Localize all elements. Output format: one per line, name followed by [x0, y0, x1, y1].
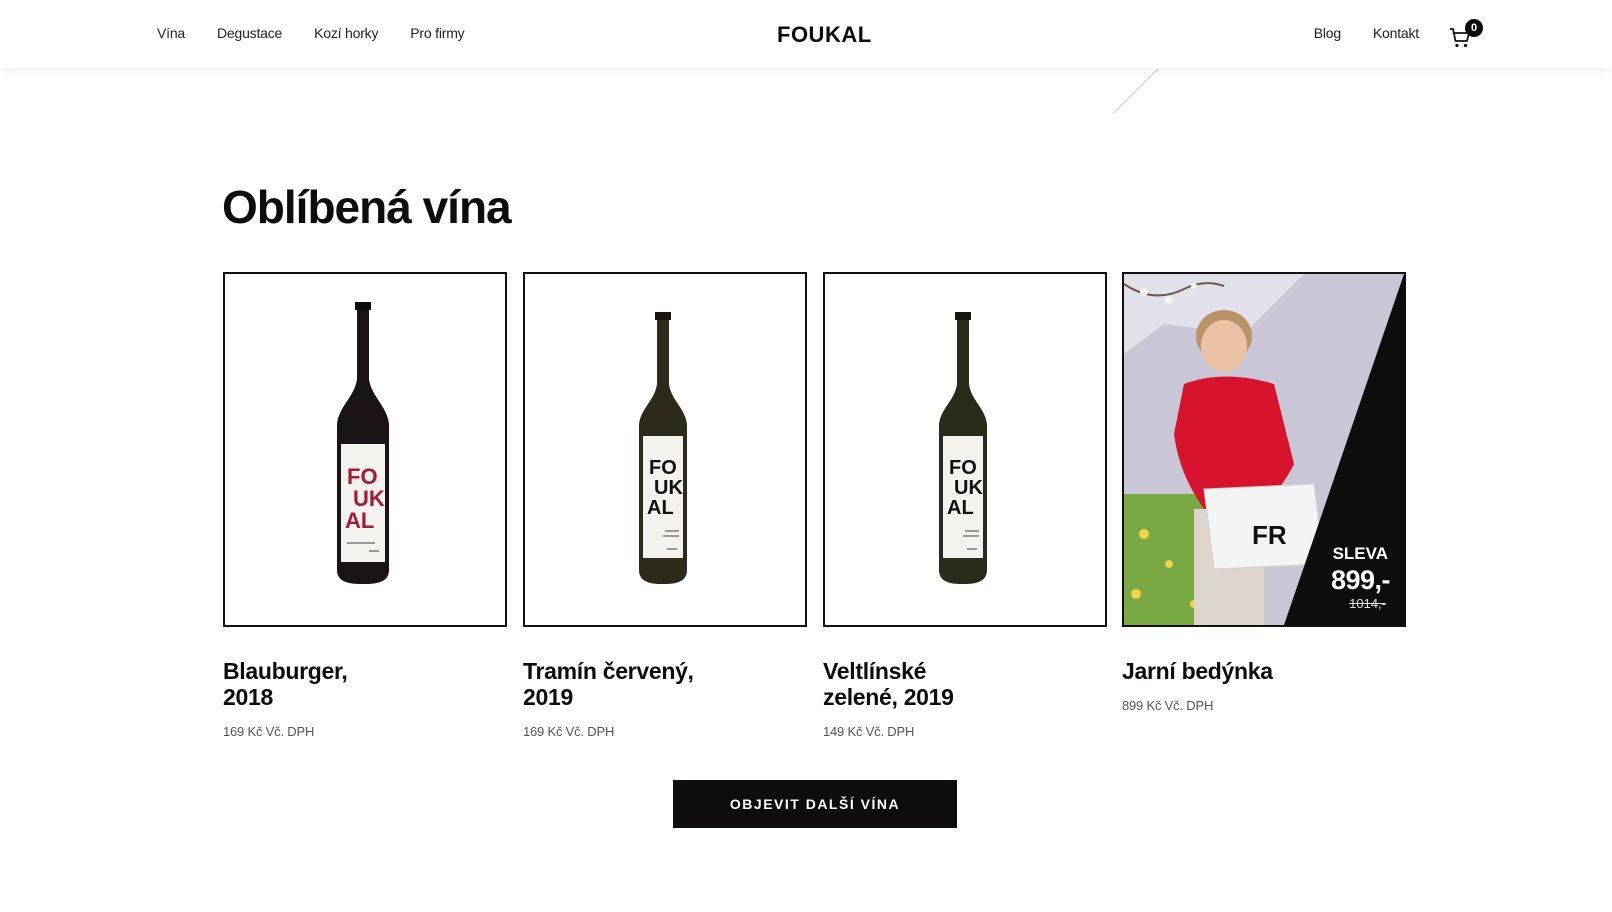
secondary-nav: Blog Kontakt	[1282, 25, 1420, 41]
product-name[interactable]: Veltlínské zelené, 2019	[823, 658, 1107, 710]
product-image[interactable]: FO UK AL	[523, 272, 807, 627]
site-header: Vína Degustace Kozí horky Pro firmy FOUK…	[0, 0, 1612, 68]
svg-text:FO: FO	[649, 457, 677, 479]
product-price: 149 Kč Vč. DPH	[823, 724, 915, 739]
cart-count-badge: 0	[1465, 19, 1483, 37]
site-logo[interactable]: FOUKAL	[777, 22, 872, 48]
svg-text:FR: FR	[1252, 520, 1287, 550]
main-nav: Vína Degustace Kozí horky Pro firmy	[157, 25, 496, 41]
product-name[interactable]: Blauburger, 2018	[223, 658, 507, 710]
product-image[interactable]: FO UK AL	[223, 272, 507, 627]
product-image[interactable]: FO UK AL	[823, 272, 1107, 627]
original-price: 1014,-	[1349, 596, 1386, 611]
svg-text:UK: UK	[654, 477, 683, 499]
product-price: 169 Kč Vč. DPH	[223, 724, 315, 739]
red-wine-bottle-icon: FO UK AL	[337, 302, 389, 584]
svg-text:AL: AL	[345, 508, 374, 533]
nav-link-companies[interactable]: Pro firmy	[410, 25, 464, 41]
nav-link-blog[interactable]: Blog	[1314, 25, 1341, 41]
product-name[interactable]: Tramín červený, 2019	[523, 658, 807, 710]
svg-text:AL: AL	[947, 497, 974, 519]
product-price: 169 Kč Vč. DPH	[523, 724, 615, 739]
nav-link-tastings[interactable]: Degustace	[217, 25, 282, 41]
white-wine-bottle-icon: FO UK AL	[939, 312, 987, 584]
discount-label: SLEVA	[1332, 544, 1388, 563]
cart-button[interactable]: 0	[1448, 19, 1484, 50]
decorative-line	[1113, 68, 1159, 114]
white-wine-bottle-icon: FO UK AL	[639, 312, 687, 584]
product-image[interactable]: FR SLEVA 899,- 1014,-	[1122, 272, 1406, 627]
nav-link-contact[interactable]: Kontakt	[1373, 25, 1419, 41]
section-title: Oblíbená vína	[222, 181, 512, 233]
product-card[interactable]: FO UK AL Tramín červený, 2019 169 Kč Vč.…	[523, 272, 807, 739]
svg-text:AL: AL	[647, 497, 674, 519]
product-price: 899 Kč Vč. DPH	[1122, 698, 1214, 713]
nav-link-kozi-horky[interactable]: Kozí horky	[314, 25, 378, 41]
product-card[interactable]: FO UK AL Blauburger, 2018 169 Kč Vč. DPH	[223, 272, 507, 739]
product-card[interactable]: FO UK AL Veltlínské zelené, 2019 149 Kč …	[823, 272, 1107, 739]
nav-link-wines[interactable]: Vína	[157, 25, 185, 41]
product-name[interactable]: Jarní bedýnka	[1122, 658, 1406, 684]
svg-text:FO: FO	[949, 457, 977, 479]
discount-price: 899,-	[1330, 565, 1391, 595]
discover-more-wines-button[interactable]: OBJEVIT DALŠÍ VÍNA	[673, 780, 957, 828]
svg-text:UK: UK	[954, 477, 983, 499]
product-card[interactable]: FR SLEVA 899,- 1014,- Jarní bedýnka 899 …	[1122, 272, 1406, 713]
